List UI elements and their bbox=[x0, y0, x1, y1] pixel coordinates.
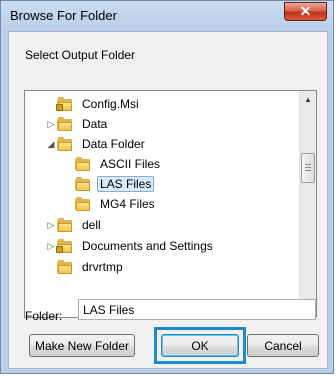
scroll-up-icon[interactable]: ▲ bbox=[300, 91, 316, 108]
tree-item-label: ASCII Files bbox=[100, 157, 161, 171]
tree-item-data[interactable]: ▷ Data bbox=[45, 114, 110, 134]
tree-item-label: Config.Msi bbox=[82, 97, 139, 111]
folder-icon bbox=[57, 137, 73, 151]
tree-item-label: Documents and Settings bbox=[82, 239, 213, 253]
close-button[interactable]: ✕ bbox=[284, 2, 327, 21]
tree-item-label: MG4 Files bbox=[100, 197, 155, 211]
tree-item-label: LAS Files bbox=[97, 176, 155, 192]
title-bar[interactable]: Browse For Folder ✕ bbox=[1, 1, 333, 31]
tree-item-las-files[interactable]: LAS Files bbox=[75, 174, 155, 194]
scrollbar-thumb[interactable] bbox=[301, 153, 315, 183]
tree-item-dell[interactable]: ▷ dell bbox=[45, 215, 104, 235]
folder-icon bbox=[75, 197, 91, 211]
folder-name-input[interactable] bbox=[78, 299, 316, 320]
window-title: Browse For Folder bbox=[10, 8, 117, 23]
dialog-client-area: Select Output Folder Config.Msi ▷ Data ◢… bbox=[8, 31, 328, 369]
locked-folder-icon bbox=[56, 239, 73, 253]
folder-icon bbox=[57, 218, 73, 232]
prompt-text: Select Output Folder bbox=[25, 48, 136, 62]
tree-item-label: Data bbox=[82, 117, 108, 131]
folder-tree[interactable]: Config.Msi ▷ Data ◢ Data Folder ASCII Fi… bbox=[24, 90, 317, 318]
folder-field-label: Folder: bbox=[25, 309, 63, 323]
tree-item-label: drvrtmp bbox=[82, 260, 123, 274]
folder-icon bbox=[57, 117, 73, 131]
tree-item-documents-and-settings[interactable]: ▷ Documents and Settings bbox=[45, 236, 216, 256]
tree-item-data-folder[interactable]: ◢ Data Folder bbox=[45, 134, 148, 154]
ok-button[interactable]: OK bbox=[161, 334, 239, 357]
browse-for-folder-dialog: Browse For Folder ✕ Select Output Folder… bbox=[0, 0, 334, 374]
folder-icon bbox=[57, 260, 73, 274]
folder-icon bbox=[75, 157, 91, 171]
tree-item-label: dell bbox=[82, 218, 101, 232]
close-icon: ✕ bbox=[299, 3, 312, 19]
tree-item-ascii-files[interactable]: ASCII Files bbox=[75, 154, 163, 174]
tree-item-label: Data Folder bbox=[82, 137, 145, 151]
cancel-button[interactable]: Cancel bbox=[247, 334, 319, 357]
locked-folder-icon bbox=[56, 97, 73, 111]
tree-item-mg4-files[interactable]: MG4 Files bbox=[75, 194, 158, 214]
make-new-folder-button[interactable]: Make New Folder bbox=[29, 334, 135, 357]
tree-item-drvrtmp[interactable]: drvrtmp bbox=[57, 257, 126, 277]
folder-icon bbox=[75, 177, 91, 191]
tree-vertical-scrollbar[interactable]: ▲ ▼ bbox=[299, 91, 316, 317]
tree-item-config-msi[interactable]: Config.Msi bbox=[56, 94, 142, 114]
expand-arrow-icon[interactable]: ▷ bbox=[45, 114, 57, 134]
expand-arrow-icon[interactable]: ▷ bbox=[45, 215, 57, 235]
collapse-arrow-icon[interactable]: ◢ bbox=[45, 134, 57, 154]
